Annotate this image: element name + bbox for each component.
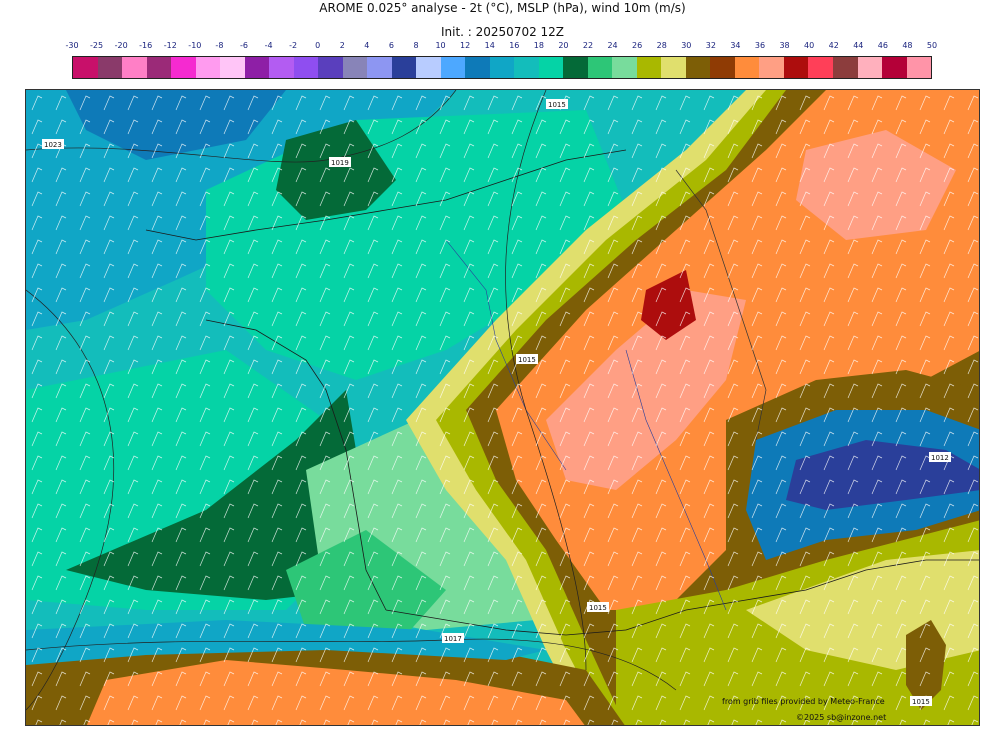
legend-tick-label: -12 (163, 41, 177, 50)
copyright-credit: ©2025 sb@inzone.net (796, 713, 887, 722)
legend-swatch (391, 57, 417, 78)
legend-tick-label: 4 (364, 41, 370, 50)
legend-tick-label: 34 (730, 41, 741, 50)
legend-swatch (783, 57, 809, 78)
legend-tick-label: 36 (754, 41, 766, 50)
map-canvas: 1015 1019 1023 1015 1015 1017 1015 1012 (26, 90, 979, 725)
legend-tick-label: 16 (509, 41, 520, 50)
isobar-label: 1019 (331, 159, 349, 167)
legend-swatch (416, 57, 441, 78)
legend-swatch (636, 57, 662, 78)
legend-swatch (146, 57, 172, 78)
isobar-label: 1023 (44, 141, 62, 149)
legend-tick-label: -20 (114, 41, 128, 50)
legend-swatch (882, 57, 907, 78)
legend-swatch (538, 57, 564, 78)
legend-swatch (220, 57, 245, 78)
legend-swatch (587, 57, 613, 78)
legend-tick-label: -10 (188, 41, 202, 50)
legend-swatch (514, 57, 539, 78)
weather-map: 1015 1019 1023 1015 1015 1017 1015 1012 (25, 89, 980, 726)
legend-tick-label: 20 (558, 41, 569, 50)
legend-swatch (122, 57, 147, 78)
legend-tick-label: 22 (582, 41, 594, 50)
legend-tick-label: -25 (90, 41, 104, 50)
legend-tick-label: 10 (435, 41, 446, 50)
legend-swatch (318, 57, 343, 78)
legend-swatch (244, 57, 270, 78)
legend-swatch (293, 57, 319, 78)
legend-tick-label: 6 (388, 41, 394, 50)
isobar-label: 1012 (931, 454, 949, 462)
isobar-label: 1015 (912, 698, 930, 706)
legend-tick-label: 28 (656, 41, 667, 50)
temperature-color-legend: -30 -25 -20 -16 -12 -10 -8 -6 -4 -2 0 2 4 6 8 10 12 14 16 1… (65, 41, 937, 81)
legend-swatch (171, 57, 196, 78)
legend-swatch (367, 57, 392, 78)
legend-swatch (563, 57, 588, 78)
legend-tick-label: 24 (607, 41, 618, 50)
legend-swatch (857, 57, 883, 78)
legend-tick-label: 2 (339, 41, 345, 50)
legend-swatch (612, 57, 637, 78)
init-time: Init. : 20250702 12Z (440, 25, 565, 39)
legend-tick-label: 18 (533, 41, 544, 50)
legend-tick-label: -6 (240, 41, 248, 50)
legend-swatch (195, 57, 221, 78)
legend-swatch (710, 57, 735, 78)
legend-swatch (661, 57, 686, 78)
legend-tick-label: -2 (289, 41, 298, 50)
legend-tick-label: 44 (853, 41, 864, 50)
legend-swatch (832, 57, 858, 78)
legend-swatch (97, 57, 123, 78)
legend-swatch (440, 57, 466, 78)
isobar-label: 1017 (444, 635, 462, 643)
legend-tick-label: -4 (264, 41, 273, 50)
legend-tick-label: 12 (460, 41, 471, 50)
legend-tick-label: -16 (139, 41, 153, 50)
legend-swatch (906, 57, 932, 78)
legend-tick-label: 32 (705, 41, 716, 50)
legend-tick-label: -30 (65, 41, 79, 50)
legend-tick-label: 8 (413, 41, 419, 50)
legend-swatch (685, 57, 711, 78)
isobar-label: 1015 (548, 101, 566, 109)
wind-barbs (26, 90, 979, 725)
legend-swatch (489, 57, 515, 78)
legend-tick-label: 46 (877, 41, 888, 50)
legend-tick-label: 40 (804, 41, 815, 50)
legend-swatch (269, 57, 294, 78)
isobar-label: 1015 (589, 604, 607, 612)
legend-tick-label: 50 (926, 41, 938, 50)
legend-swatch (73, 57, 98, 78)
data-source-credit: from grib files provided by Meteo-France (722, 697, 885, 706)
legend-tick-label: 42 (828, 41, 839, 50)
legend-swatch (759, 57, 784, 78)
legend-tick-label: 0 (315, 41, 321, 50)
legend-tick-label: 14 (484, 41, 495, 50)
legend-tick-label: 38 (779, 41, 790, 50)
legend-tick-label: 30 (681, 41, 692, 50)
legend-tick-label: -8 (215, 41, 224, 50)
legend-color-bar (72, 56, 932, 79)
legend-swatch (342, 57, 368, 78)
legend-swatch (465, 57, 490, 78)
legend-swatch (734, 57, 760, 78)
legend-swatch (808, 57, 833, 78)
isobar-label: 1015 (518, 356, 536, 364)
map-title: AROME 0.025° analyse - 2t (°C), MSLP (hP… (319, 1, 686, 15)
legend-tick-label: 26 (632, 41, 643, 50)
legend-tick-label: 48 (902, 41, 913, 50)
